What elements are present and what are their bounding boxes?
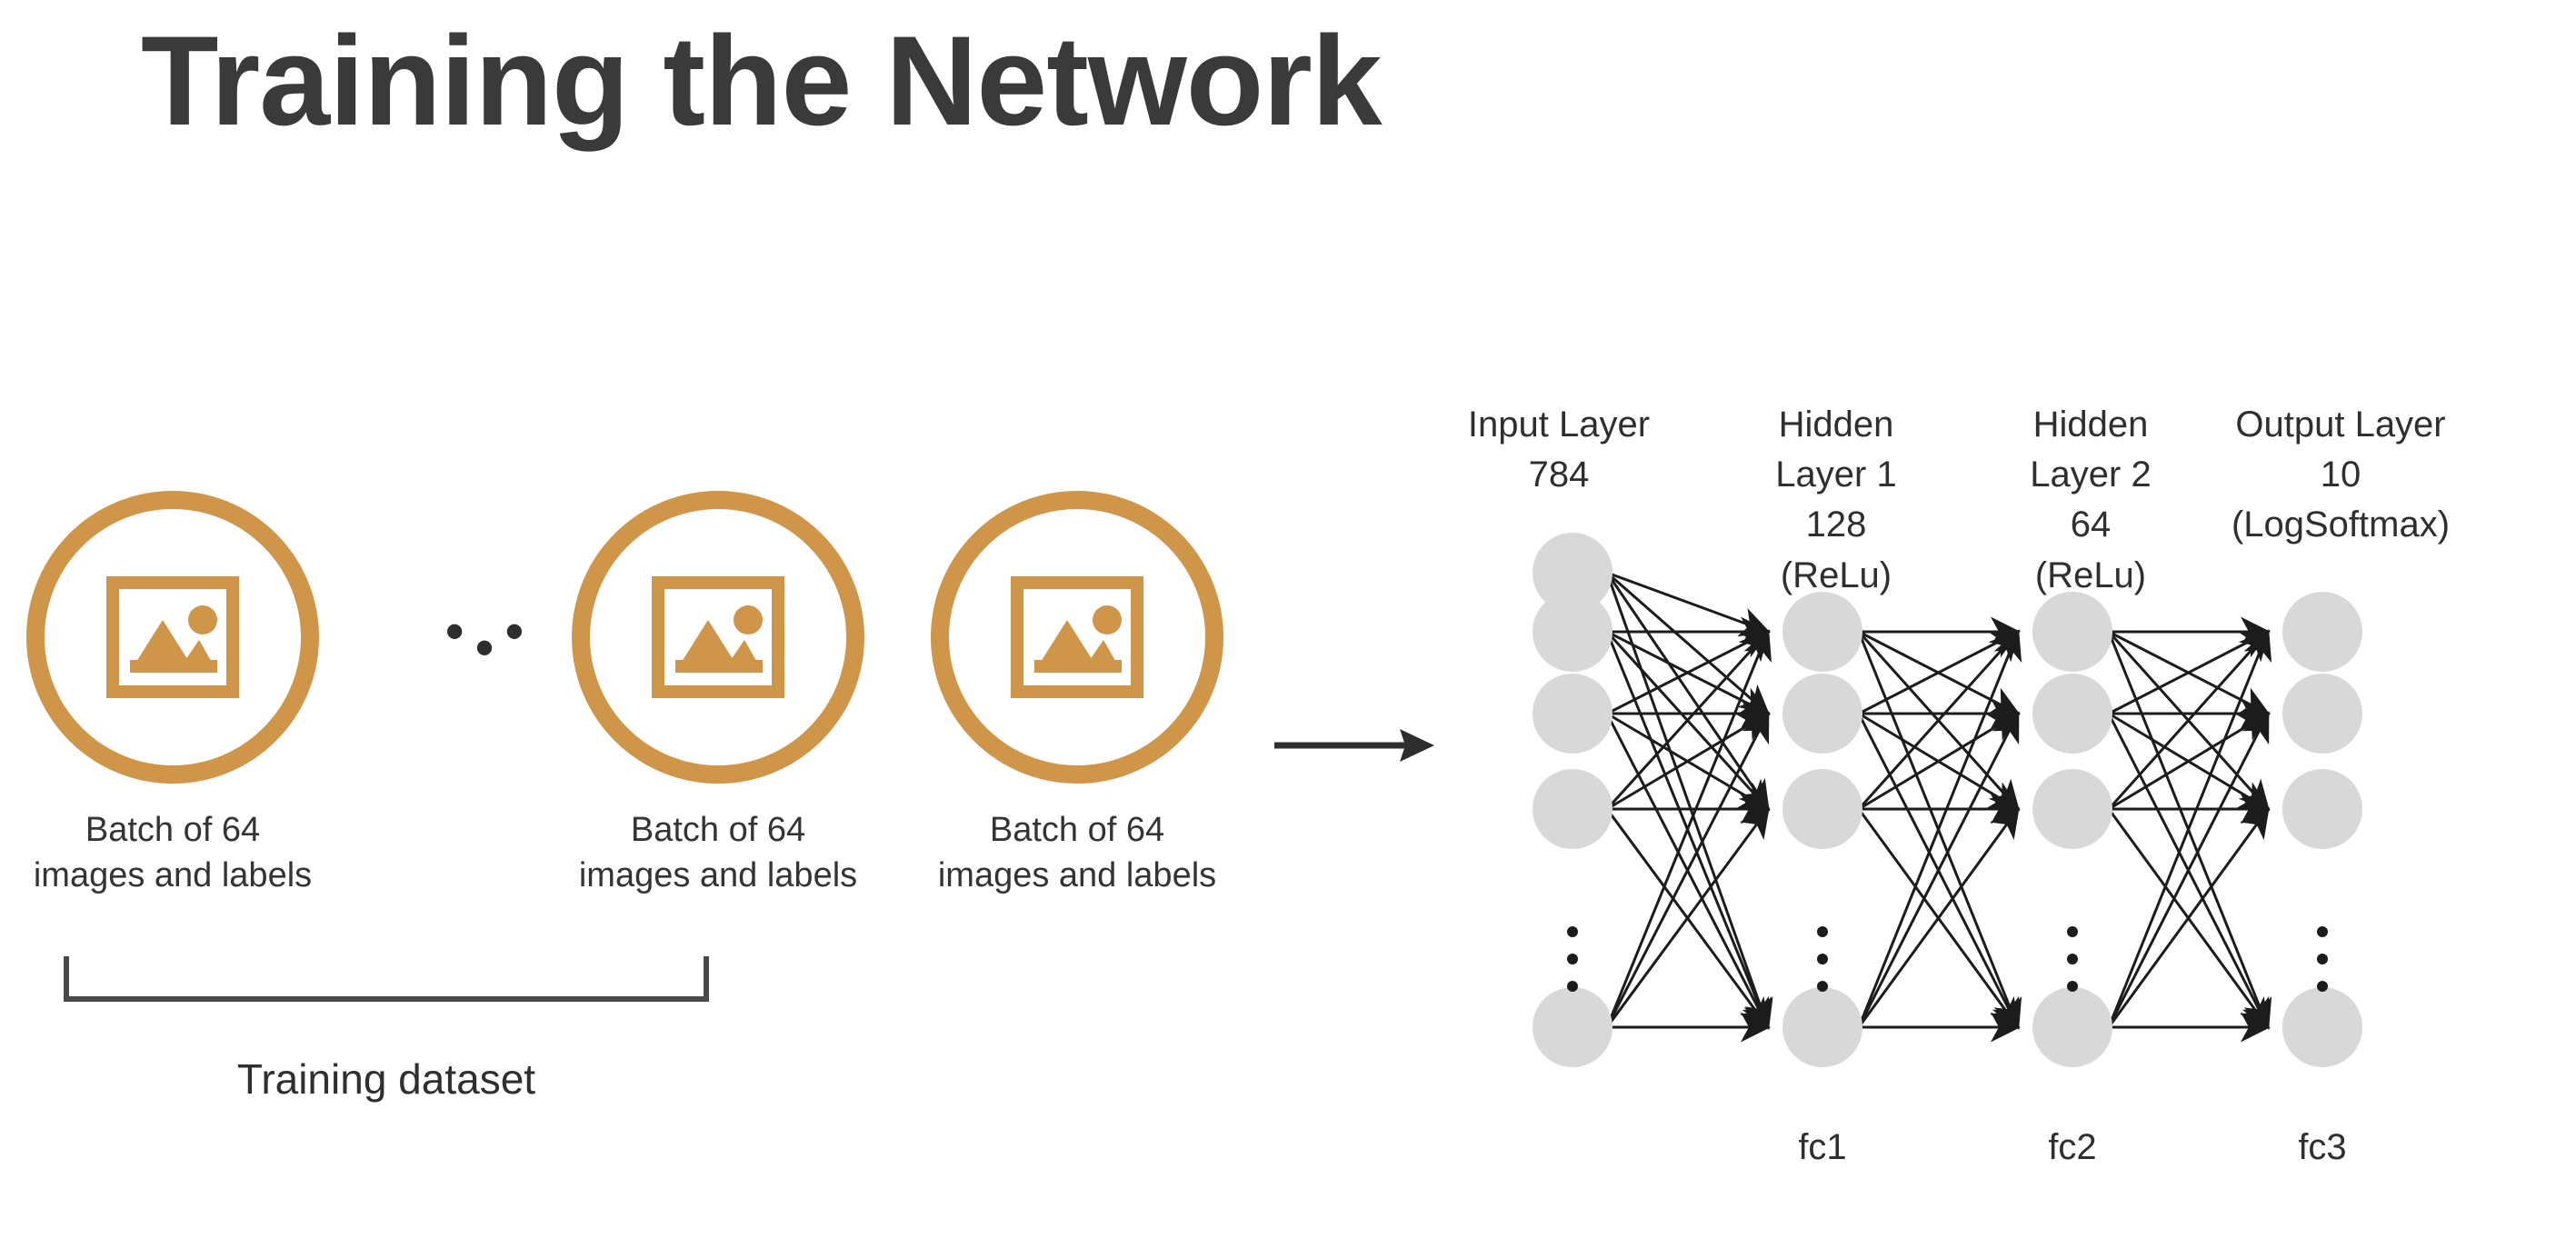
batch-item: Batch of 64 images and labels (927, 491, 1227, 898)
nodes-hidden1 (1782, 592, 1862, 1067)
network-graph (1533, 533, 2362, 1067)
training-dataset-label: Training dataset (236, 1055, 536, 1103)
page-title: Training the Network (141, 9, 1383, 152)
connection-label-fc2: fc2 (2048, 1127, 2097, 1167)
training-dataset-bracket (64, 954, 709, 1002)
batch-circle (26, 491, 319, 784)
edges-fc1 (1605, 571, 1773, 1043)
edges-fc2 (1857, 616, 2022, 1043)
batch-circle (572, 491, 864, 784)
right-arrow-icon (1274, 729, 1434, 762)
node-ellipsis-dots (1567, 926, 2328, 992)
connection-label-fc1: fc1 (1798, 1127, 1847, 1167)
batch-ellipsis: • • • (444, 601, 537, 678)
image-icon (106, 576, 239, 698)
batch-caption: Batch of 64 images and labels (578, 811, 858, 895)
edges-fc3 (2107, 616, 2272, 1043)
image-icon (1011, 576, 1143, 698)
batch-item: Batch of 64 images and labels (23, 491, 323, 898)
bracket-tick-right (704, 956, 709, 1002)
neural-network-diagram: Input Layer 784 Hidden Layer 1 128 (ReLu… (1445, 400, 2576, 1218)
nodes-hidden2 (2032, 592, 2112, 1067)
slide-canvas: Training the Network Batch of 64 images … (0, 0, 2576, 1249)
bracket-bar (64, 996, 709, 1002)
batch-caption: Batch of 64 images and labels (937, 811, 1217, 895)
batch-caption: Batch of 64 images and labels (33, 811, 313, 895)
image-icon (652, 576, 784, 698)
bracket-tick-left (64, 956, 69, 1002)
batch-circle (931, 491, 1223, 784)
nodes-output (2282, 592, 2362, 1067)
training-batches-group: Batch of 64 images and labels • • • Batc… (0, 491, 1273, 1000)
batch-item: Batch of 64 images and labels (568, 491, 868, 898)
connection-label-fc3: fc3 (2298, 1127, 2347, 1167)
